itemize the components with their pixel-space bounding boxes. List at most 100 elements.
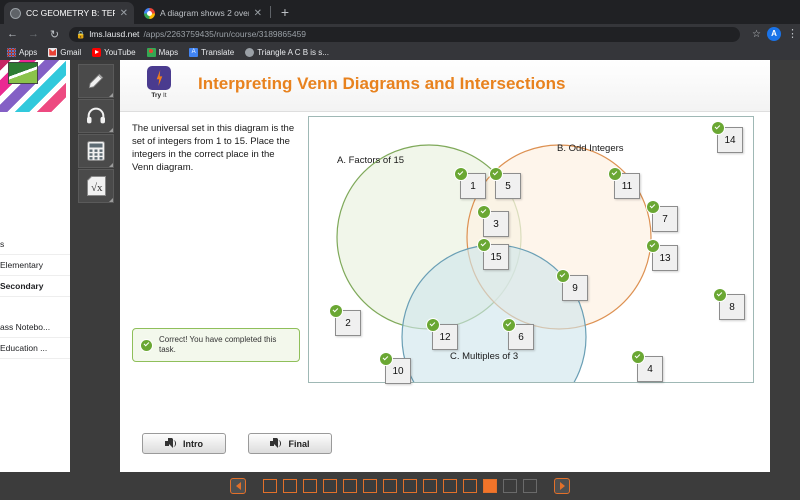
page-dot-10[interactable]: [443, 479, 457, 493]
youtube-icon: [92, 47, 102, 57]
tile-value: 2: [345, 317, 351, 329]
venn-diagram[interactable]: A. Factors of 15 B. Odd Integers C. Mult…: [308, 116, 754, 383]
url-path: /apps/2263759435/run/course/3189865459: [143, 29, 307, 39]
calculator-tool-button[interactable]: [78, 134, 114, 168]
number-tile[interactable]: 3: [478, 206, 509, 237]
number-tile[interactable]: 1: [455, 168, 486, 199]
tile-value: 4: [647, 363, 653, 375]
formula-icon: √x: [86, 176, 106, 196]
url-host: lms.lausd.net: [89, 29, 140, 39]
page-dot-5[interactable]: [343, 479, 357, 493]
close-tab-icon[interactable]: ✕: [254, 8, 262, 19]
page-dot-6[interactable]: [363, 479, 377, 493]
back-icon[interactable]: ←: [6, 28, 19, 40]
decorative-image-2: [8, 62, 38, 84]
page-dot-7[interactable]: [383, 479, 397, 493]
number-tile[interactable]: 11: [609, 168, 640, 199]
page-dot-11[interactable]: [463, 479, 477, 493]
page-dot-3[interactable]: [303, 479, 317, 493]
page-dot-4[interactable]: [323, 479, 337, 493]
page-dot-8[interactable]: [403, 479, 417, 493]
bg-menu-item-4[interactable]: ass Notebo...: [0, 317, 70, 338]
bookmark-label: Triangle A C B is s...: [257, 47, 329, 57]
browser-tab-1[interactable]: A diagram shows 2 overlapping ✕: [138, 2, 268, 24]
translate-icon: A: [189, 47, 199, 57]
number-tile[interactable]: 10: [380, 353, 411, 384]
background-page: s Elementary Secondary ass Notebo... Edu…: [0, 60, 70, 472]
audio-button-row: Intro Final: [142, 433, 332, 454]
number-tile[interactable]: 13: [647, 240, 678, 271]
check-circle-icon: [632, 351, 644, 363]
button-label: Intro: [183, 438, 203, 449]
address-bar[interactable]: 🔒 lms.lausd.net /apps/2263759435/run/cou…: [69, 26, 741, 42]
page-dot-12-current[interactable]: [483, 479, 497, 493]
check-circle-icon: [647, 201, 659, 213]
close-tab-icon[interactable]: ✕: [120, 8, 128, 19]
check-circle-icon: [712, 122, 724, 134]
number-tile[interactable]: 8: [714, 289, 745, 320]
page-dot-2[interactable]: [283, 479, 297, 493]
bookmark-label: Maps: [158, 47, 179, 57]
bg-menu-item-1[interactable]: Elementary: [0, 255, 70, 276]
final-audio-button[interactable]: Final: [248, 433, 332, 454]
tile-value: 8: [729, 301, 735, 313]
new-tab-button[interactable]: +: [276, 4, 294, 22]
number-tile[interactable]: 15: [478, 239, 509, 270]
check-circle-icon: [503, 319, 515, 331]
page-dot-9[interactable]: [423, 479, 437, 493]
number-tile[interactable]: 14: [712, 122, 743, 153]
check-circle-icon: [478, 206, 490, 218]
venn-label-b: B. Odd Integers: [557, 143, 624, 154]
number-tile[interactable]: 7: [647, 201, 678, 232]
pagination-bar: [0, 472, 800, 500]
bg-menu-item-0[interactable]: s: [0, 234, 70, 255]
lock-icon: 🔒: [76, 29, 86, 39]
speaker-icon: [270, 438, 282, 449]
pencil-tool-button[interactable]: [78, 64, 114, 98]
chrome-menu-icon[interactable]: ⋮: [787, 28, 798, 39]
tile-value: 9: [572, 282, 578, 294]
profile-avatar[interactable]: A: [767, 27, 781, 41]
reload-icon[interactable]: ↻: [48, 28, 61, 41]
next-page-button[interactable]: [554, 478, 570, 494]
number-tile[interactable]: 2: [330, 305, 361, 336]
number-tile[interactable]: 12: [427, 319, 458, 350]
globe-icon: [245, 47, 255, 57]
number-tile[interactable]: 5: [490, 168, 521, 199]
bg-menu-spacer: [0, 297, 70, 317]
bg-menu-item-2[interactable]: Secondary: [0, 276, 70, 297]
tile-value: 5: [505, 180, 511, 192]
previous-page-button[interactable]: [230, 478, 246, 494]
chrome-icon: [144, 7, 155, 19]
number-tile[interactable]: 4: [632, 351, 663, 382]
bookmark-youtube[interactable]: YouTube: [92, 47, 136, 57]
bookmark-translate[interactable]: A Translate: [189, 47, 234, 57]
feedback-text: Correct! You have completed this task.: [159, 335, 277, 354]
tile-value: 14: [724, 134, 736, 146]
intro-audio-button[interactable]: Intro: [142, 433, 226, 454]
audio-tool-button[interactable]: [78, 99, 114, 133]
bookmark-gmail[interactable]: Gmail: [48, 47, 81, 57]
browser-tab-0[interactable]: CC GEOMETRY B: TERM AF- P ✕: [4, 2, 134, 24]
bookmark-apps[interactable]: Apps: [7, 47, 38, 57]
check-circle-icon: [141, 339, 152, 351]
bookmark-maps[interactable]: Maps: [146, 47, 179, 57]
tab-favicon-icon: [10, 7, 21, 19]
check-circle-icon: [490, 168, 502, 180]
bg-menu-item-5[interactable]: Education ...: [0, 338, 70, 359]
browser-tab-title: A diagram shows 2 overlapping: [160, 8, 249, 18]
number-tile[interactable]: 9: [557, 270, 588, 301]
number-tile[interactable]: 6: [503, 319, 534, 350]
background-menu: s Elementary Secondary ass Notebo... Edu…: [0, 234, 70, 359]
bookmark-star-icon[interactable]: ☆: [752, 29, 761, 40]
bookmark-label: Apps: [19, 47, 38, 57]
formula-tool-button[interactable]: √x: [78, 169, 114, 203]
forward-icon[interactable]: →: [27, 28, 40, 40]
page-dot-1[interactable]: [263, 479, 277, 493]
bookmark-triangle[interactable]: Triangle A C B is s...: [245, 47, 329, 57]
venn-label-a: A. Factors of 15: [337, 155, 405, 166]
check-circle-icon: [427, 319, 439, 331]
page-dot-14: [523, 479, 537, 493]
maps-icon: [146, 47, 156, 57]
browser-tab-title: CC GEOMETRY B: TERM AF- P: [26, 8, 115, 18]
